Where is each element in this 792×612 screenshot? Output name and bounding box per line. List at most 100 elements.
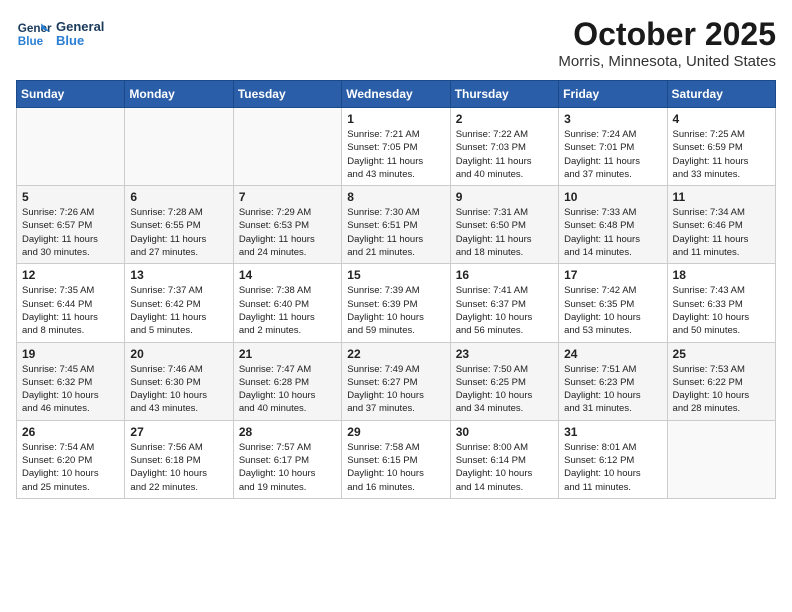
day-number: 22	[347, 347, 444, 361]
day-info: Sunrise: 7:43 AM Sunset: 6:33 PM Dayligh…	[673, 284, 770, 337]
weekday-header-saturday: Saturday	[667, 81, 775, 108]
weekday-header-monday: Monday	[125, 81, 233, 108]
day-info: Sunrise: 7:37 AM Sunset: 6:42 PM Dayligh…	[130, 284, 227, 337]
day-info: Sunrise: 7:49 AM Sunset: 6:27 PM Dayligh…	[347, 363, 444, 416]
calendar-cell: 30 Sunrise: 8:00 AM Sunset: 6:14 PM Dayli…	[450, 420, 558, 498]
day-info: Sunrise: 7:41 AM Sunset: 6:37 PM Dayligh…	[456, 284, 553, 337]
day-info: Sunrise: 7:35 AM Sunset: 6:44 PM Dayligh…	[22, 284, 119, 337]
day-info: Sunrise: 7:47 AM Sunset: 6:28 PM Dayligh…	[239, 363, 336, 416]
day-number: 30	[456, 425, 553, 439]
calendar-cell: 23 Sunrise: 7:50 AM Sunset: 6:25 PM Dayli…	[450, 342, 558, 420]
week-row-5: 26 Sunrise: 7:54 AM Sunset: 6:20 PM Dayli…	[17, 420, 776, 498]
day-number: 20	[130, 347, 227, 361]
calendar-cell: 5Sunrise: 7:26 AM Sunset: 6:57 PM Daylig…	[17, 186, 125, 264]
calendar-cell: 22 Sunrise: 7:49 AM Sunset: 6:27 PM Dayli…	[342, 342, 450, 420]
logo-general: General	[56, 20, 104, 34]
calendar-cell: 28 Sunrise: 7:57 AM Sunset: 6:17 PM Dayli…	[233, 420, 341, 498]
calendar-cell: 26 Sunrise: 7:54 AM Sunset: 6:20 PM Dayli…	[17, 420, 125, 498]
calendar-cell	[233, 108, 341, 186]
day-info: Sunrise: 7:53 AM Sunset: 6:22 PM Dayligh…	[673, 363, 770, 416]
calendar-cell: 10 Sunrise: 7:33 AM Sunset: 6:48 PM Dayli…	[559, 186, 667, 264]
day-number: 26	[22, 425, 119, 439]
header: General Blue General Blue October 2025 M…	[16, 16, 776, 70]
day-info: Sunrise: 7:51 AM Sunset: 6:23 PM Dayligh…	[564, 363, 661, 416]
day-number: 19	[22, 347, 119, 361]
day-number: 17	[564, 268, 661, 282]
weekday-header-sunday: Sunday	[17, 81, 125, 108]
day-info: Sunrise: 8:00 AM Sunset: 6:14 PM Dayligh…	[456, 441, 553, 494]
day-info: Sunrise: 7:46 AM Sunset: 6:30 PM Dayligh…	[130, 363, 227, 416]
logo-blue: Blue	[56, 34, 104, 48]
day-number: 11	[673, 190, 770, 204]
day-number: 27	[130, 425, 227, 439]
calendar-cell: 17 Sunrise: 7:42 AM Sunset: 6:35 PM Dayli…	[559, 264, 667, 342]
day-info: Sunrise: 7:21 AM Sunset: 7:05 PM Dayligh…	[347, 128, 444, 181]
calendar-cell: 31 Sunrise: 8:01 AM Sunset: 6:12 PM Dayli…	[559, 420, 667, 498]
calendar-cell: 27 Sunrise: 7:56 AM Sunset: 6:18 PM Dayli…	[125, 420, 233, 498]
day-number: 10	[564, 190, 661, 204]
calendar-cell: 8Sunrise: 7:30 AM Sunset: 6:51 PM Daylig…	[342, 186, 450, 264]
weekday-header-wednesday: Wednesday	[342, 81, 450, 108]
calendar-cell: 13Sunrise: 7:37 AM Sunset: 6:42 PM Dayli…	[125, 264, 233, 342]
day-info: Sunrise: 7:54 AM Sunset: 6:20 PM Dayligh…	[22, 441, 119, 494]
day-number: 12	[22, 268, 119, 282]
week-row-3: 12 Sunrise: 7:35 AM Sunset: 6:44 PM Dayli…	[17, 264, 776, 342]
day-number: 31	[564, 425, 661, 439]
day-number: 7	[239, 190, 336, 204]
calendar-cell: 16Sunrise: 7:41 AM Sunset: 6:37 PM Dayli…	[450, 264, 558, 342]
day-info: Sunrise: 7:42 AM Sunset: 6:35 PM Dayligh…	[564, 284, 661, 337]
calendar-cell: 1Sunrise: 7:21 AM Sunset: 7:05 PM Daylig…	[342, 108, 450, 186]
day-info: Sunrise: 7:50 AM Sunset: 6:25 PM Dayligh…	[456, 363, 553, 416]
day-number: 6	[130, 190, 227, 204]
day-info: Sunrise: 8:01 AM Sunset: 6:12 PM Dayligh…	[564, 441, 661, 494]
day-info: Sunrise: 7:56 AM Sunset: 6:18 PM Dayligh…	[130, 441, 227, 494]
day-number: 21	[239, 347, 336, 361]
day-info: Sunrise: 7:24 AM Sunset: 7:01 PM Dayligh…	[564, 128, 661, 181]
day-info: Sunrise: 7:33 AM Sunset: 6:48 PM Dayligh…	[564, 206, 661, 259]
day-number: 28	[239, 425, 336, 439]
calendar-cell: 18 Sunrise: 7:43 AM Sunset: 6:33 PM Dayli…	[667, 264, 775, 342]
day-number: 8	[347, 190, 444, 204]
day-number: 15	[347, 268, 444, 282]
calendar-cell: 21 Sunrise: 7:47 AM Sunset: 6:28 PM Dayli…	[233, 342, 341, 420]
weekday-header-tuesday: Tuesday	[233, 81, 341, 108]
calendar-cell	[17, 108, 125, 186]
svg-text:Blue: Blue	[18, 35, 44, 48]
week-row-4: 19Sunrise: 7:45 AM Sunset: 6:32 PM Dayli…	[17, 342, 776, 420]
day-number: 9	[456, 190, 553, 204]
weekday-header-thursday: Thursday	[450, 81, 558, 108]
calendar-cell: 14 Sunrise: 7:38 AM Sunset: 6:40 PM Dayli…	[233, 264, 341, 342]
day-number: 29	[347, 425, 444, 439]
day-number: 18	[673, 268, 770, 282]
day-info: Sunrise: 7:57 AM Sunset: 6:17 PM Dayligh…	[239, 441, 336, 494]
calendar-cell: 4Sunrise: 7:25 AM Sunset: 6:59 PM Daylig…	[667, 108, 775, 186]
day-info: Sunrise: 7:39 AM Sunset: 6:39 PM Dayligh…	[347, 284, 444, 337]
weekday-header-row: SundayMondayTuesdayWednesdayThursdayFrid…	[17, 81, 776, 108]
calendar-table: SundayMondayTuesdayWednesdayThursdayFrid…	[16, 80, 776, 499]
day-info: Sunrise: 7:29 AM Sunset: 6:53 PM Dayligh…	[239, 206, 336, 259]
calendar-cell: 11 Sunrise: 7:34 AM Sunset: 6:46 PM Dayli…	[667, 186, 775, 264]
week-row-1: 1Sunrise: 7:21 AM Sunset: 7:05 PM Daylig…	[17, 108, 776, 186]
day-number: 14	[239, 268, 336, 282]
day-info: Sunrise: 7:58 AM Sunset: 6:15 PM Dayligh…	[347, 441, 444, 494]
day-number: 25	[673, 347, 770, 361]
day-number: 3	[564, 112, 661, 126]
calendar-cell: 3 Sunrise: 7:24 AM Sunset: 7:01 PM Daylig…	[559, 108, 667, 186]
day-number: 2	[456, 112, 553, 126]
title-area: October 2025 Morris, Minnesota, United S…	[558, 16, 776, 70]
location-title: Morris, Minnesota, United States	[558, 53, 776, 70]
month-title: October 2025	[558, 16, 776, 53]
svg-text:General: General	[18, 22, 52, 35]
day-number: 4	[673, 112, 770, 126]
calendar-cell: 12 Sunrise: 7:35 AM Sunset: 6:44 PM Dayli…	[17, 264, 125, 342]
calendar-cell: 7 Sunrise: 7:29 AM Sunset: 6:53 PM Daylig…	[233, 186, 341, 264]
calendar-cell: 24Sunrise: 7:51 AM Sunset: 6:23 PM Dayli…	[559, 342, 667, 420]
week-row-2: 5Sunrise: 7:26 AM Sunset: 6:57 PM Daylig…	[17, 186, 776, 264]
day-info: Sunrise: 7:31 AM Sunset: 6:50 PM Dayligh…	[456, 206, 553, 259]
day-info: Sunrise: 7:28 AM Sunset: 6:55 PM Dayligh…	[130, 206, 227, 259]
day-info: Sunrise: 7:26 AM Sunset: 6:57 PM Dayligh…	[22, 206, 119, 259]
calendar-cell: 9 Sunrise: 7:31 AM Sunset: 6:50 PM Daylig…	[450, 186, 558, 264]
day-info: Sunrise: 7:38 AM Sunset: 6:40 PM Dayligh…	[239, 284, 336, 337]
day-info: Sunrise: 7:34 AM Sunset: 6:46 PM Dayligh…	[673, 206, 770, 259]
day-number: 23	[456, 347, 553, 361]
